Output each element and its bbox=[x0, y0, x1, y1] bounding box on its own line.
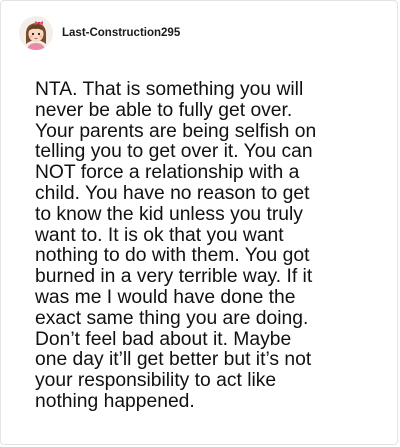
comment-header: Last-Construction295 bbox=[19, 15, 180, 51]
username[interactable]: Last-Construction295 bbox=[62, 27, 180, 39]
user-avatar-icon[interactable] bbox=[19, 16, 53, 50]
comment-card: Last-Construction295 NTA. That is someth… bbox=[0, 0, 398, 445]
comment-body: NTA. That is something you will never be… bbox=[35, 79, 317, 412]
